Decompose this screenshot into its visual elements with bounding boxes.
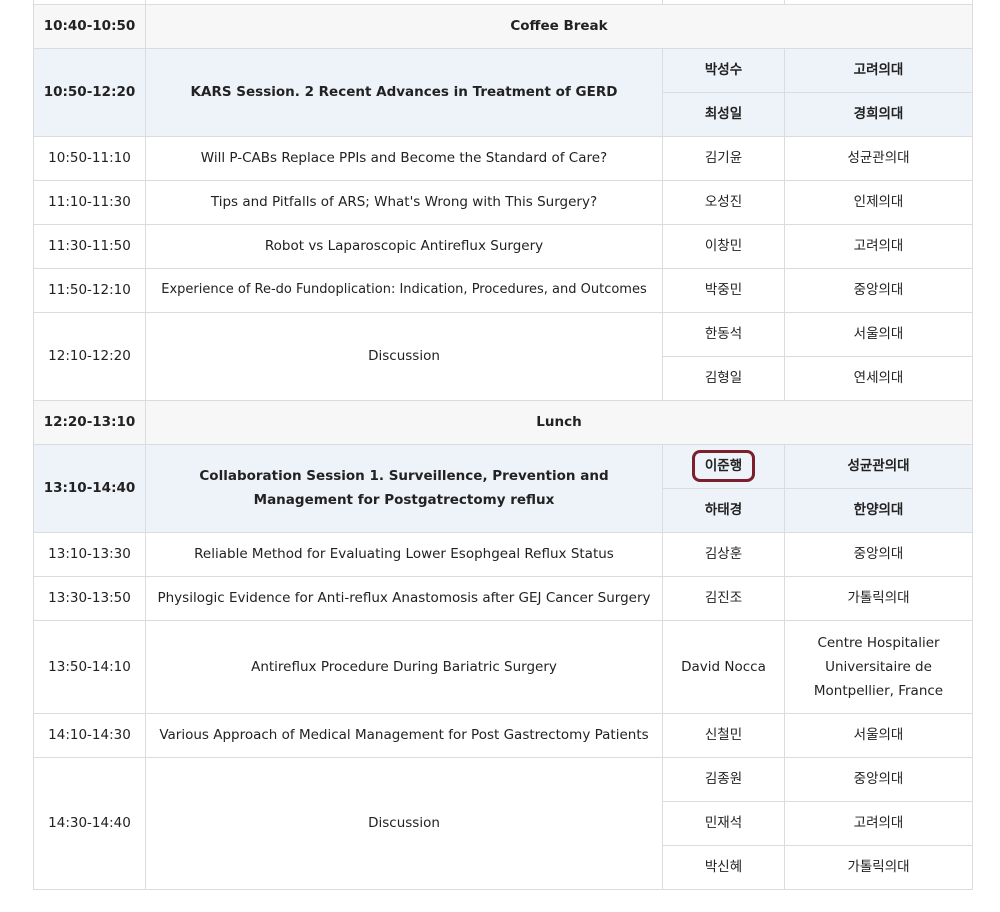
chair-affiliation: 한양의대 [784,487,973,533]
panel-name: 김형일 [662,355,785,401]
speaker-name: 이창민 [662,223,785,269]
chair-affiliation: 성균관의대 [784,443,973,489]
speaker-name: 김기윤 [662,135,785,181]
panel-affiliation: 서울의대 [784,311,973,357]
speaker-name: 박중민 [662,267,785,313]
discussion-title: Discussion [145,311,663,401]
talk-title: Antireflux Procedure During Bariatric Su… [145,619,663,714]
chair-affiliation: 경희의대 [784,91,973,137]
talk-title: Physilogic Evidence for Anti-reflux Anas… [145,575,663,621]
table-row: 14:10-14:30 Various Approach of Medical … [33,712,973,758]
panel-name: 김종원 [662,756,785,802]
speaker-affiliation: Centre Hospitalier Universitaire de Mont… [784,619,973,714]
time-cell: 14:30-14:40 [33,756,146,890]
table-row: 11:10-11:30 Tips and Pitfalls of ARS; Wh… [33,179,973,225]
coffee-break-row: 10:40-10:50 Coffee Break [33,3,973,49]
highlight-box: 이준행 [691,450,756,482]
talk-title: Various Approach of Medical Management f… [145,712,663,758]
schedule-table: 10:40-10:50 Coffee Break 10:50-12:20 KAR… [33,0,973,890]
panel-name: 박신혜 [662,844,785,890]
chair-name: 최성일 [662,91,785,137]
table-row: 13:10-13:30 Reliable Method for Evaluati… [33,531,973,577]
talk-title: Reliable Method for Evaluating Lower Eso… [145,531,663,577]
speaker-affiliation: 서울의대 [784,712,973,758]
talk-title: Tips and Pitfalls of ARS; What's Wrong w… [145,179,663,225]
chair-name: 박성수 [662,47,785,93]
session-title: Collaboration Session 1. Surveillence, P… [145,443,663,533]
time-cell: 12:10-12:20 [33,311,146,401]
speaker-affiliation: 고려의대 [784,223,973,269]
discussion-title: Discussion [145,756,663,890]
time-cell: 13:10-14:40 [33,443,146,533]
panel-affiliation: 중앙의대 [784,756,973,802]
talk-title: Will P-CABs Replace PPIs and Become the … [145,135,663,181]
break-title: Lunch [145,399,973,445]
speaker-affiliation: 가톨릭의대 [784,575,973,621]
speaker-name: David Nocca [662,619,785,714]
lunch-row: 12:20-13:10 Lunch [33,399,973,445]
panel-name: 민재석 [662,800,785,846]
session-row: 10:50-12:20 KARS Session. 2 Recent Advan… [33,47,973,137]
time-cell: 10:50-12:20 [33,47,146,137]
speaker-affiliation: 인제의대 [784,179,973,225]
chair-affiliation: 고려의대 [784,47,973,93]
table-row: 13:50-14:10 Antireflux Procedure During … [33,619,973,714]
speaker-affiliation: 중앙의대 [784,531,973,577]
panel-affiliation: 고려의대 [784,800,973,846]
speaker-affiliation: 성균관의대 [784,135,973,181]
discussion-row: 12:10-12:20 Discussion 한동석 서울의대 [33,311,973,401]
session-row: 13:10-14:40 Collaboration Session 1. Sur… [33,443,973,533]
talk-title: Experience of Re-do Fundoplication: Indi… [145,267,663,313]
talk-title: Robot vs Laparoscopic Antireflux Surgery [145,223,663,269]
time-cell: 11:50-12:10 [33,267,146,313]
chair-name-highlighted: 이준행 [662,443,785,489]
speaker-affiliation: 중앙의대 [784,267,973,313]
panel-affiliation: 가톨릭의대 [784,844,973,890]
time-cell: 12:20-13:10 [33,399,146,445]
table-row: 11:30-11:50 Robot vs Laparoscopic Antire… [33,223,973,269]
panel-affiliation: 연세의대 [784,355,973,401]
time-cell: 13:10-13:30 [33,531,146,577]
speaker-name: 김진조 [662,575,785,621]
panel-name: 한동석 [662,311,785,357]
time-cell: 14:10-14:30 [33,712,146,758]
time-cell: 10:50-11:10 [33,135,146,181]
table-row: 13:30-13:50 Physilogic Evidence for Anti… [33,575,973,621]
time-cell: 13:30-13:50 [33,575,146,621]
session-title: KARS Session. 2 Recent Advances in Treat… [145,47,663,137]
speaker-name: 오성진 [662,179,785,225]
time-cell: 11:10-11:30 [33,179,146,225]
break-title: Coffee Break [145,3,973,49]
discussion-row: 14:30-14:40 Discussion 김종원 중앙의대 [33,756,973,890]
chair-name: 하태경 [662,487,785,533]
speaker-name: 김상훈 [662,531,785,577]
time-cell: 13:50-14:10 [33,619,146,714]
time-cell: 10:40-10:50 [33,3,146,49]
table-row: 10:50-11:10 Will P-CABs Replace PPIs and… [33,135,973,181]
schedule-container: 10:40-10:50 Coffee Break 10:50-12:20 KAR… [33,0,973,890]
time-cell: 11:30-11:50 [33,223,146,269]
table-row: 11:50-12:10 Experience of Re-do Fundopli… [33,267,973,313]
speaker-name: 신철민 [662,712,785,758]
